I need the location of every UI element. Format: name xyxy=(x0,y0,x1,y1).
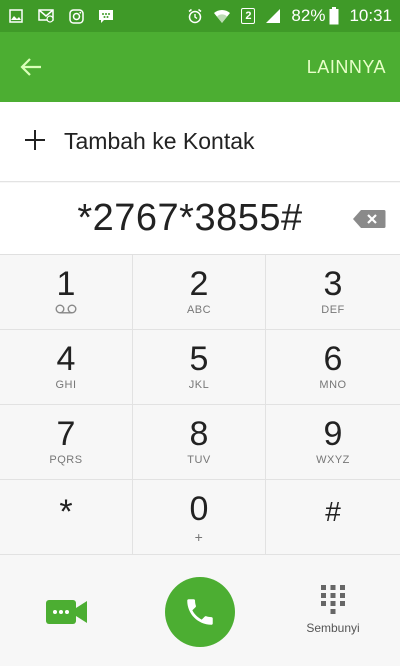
status-bar: 2 82% 10:31 xyxy=(0,0,400,32)
bbm-icon xyxy=(98,8,114,24)
key-digit: # xyxy=(325,496,341,527)
alarm-icon xyxy=(187,8,203,24)
voicemail-icon xyxy=(55,304,77,317)
phone-icon xyxy=(187,599,213,625)
plus-icon xyxy=(22,129,48,155)
key-letters: TUV xyxy=(187,454,211,466)
call-button[interactable] xyxy=(165,577,235,647)
sim-icon: 2 xyxy=(241,8,256,24)
hide-dialpad-button[interactable]: Sembunyi xyxy=(300,585,366,635)
key-letters: PQRS xyxy=(49,454,83,466)
key-star[interactable]: * xyxy=(0,480,133,555)
key-digit: 8 xyxy=(189,415,209,453)
key-digit: 6 xyxy=(323,340,343,378)
instagram-icon xyxy=(68,8,84,24)
key-digit: 0 xyxy=(189,490,209,528)
key-letters: + xyxy=(194,529,204,545)
key-4[interactable]: 4 GHI xyxy=(0,330,133,405)
arrow-left-icon xyxy=(20,58,41,76)
key-3[interactable]: 3 DEF xyxy=(266,255,400,330)
key-5[interactable]: 5 JKL xyxy=(133,330,266,405)
key-letters: GHI xyxy=(55,379,77,391)
key-digit: 9 xyxy=(323,415,343,453)
key-digit: 5 xyxy=(189,340,209,378)
status-bar-system: 2 82% 10:31 xyxy=(177,6,392,26)
key-letters: DEF xyxy=(321,304,345,316)
back-button[interactable] xyxy=(18,54,44,80)
video-call-icon xyxy=(46,600,87,624)
key-digit: 3 xyxy=(323,265,343,303)
signal-icon xyxy=(265,8,281,24)
dialer-actions: Sembunyi xyxy=(0,555,400,666)
wifi-icon xyxy=(213,8,231,24)
key-letters: MNO xyxy=(319,379,347,391)
video-call-button[interactable] xyxy=(46,599,88,625)
key-9[interactable]: 9 WXYZ xyxy=(266,405,400,480)
app-bar: LAINNYA xyxy=(0,32,400,102)
key-1[interactable]: 1 xyxy=(0,255,133,330)
dialpad-icon xyxy=(321,585,345,614)
message-icon xyxy=(38,8,54,24)
dial-number-display: *2767*3855# xyxy=(0,183,400,255)
key-digit: 7 xyxy=(56,415,76,453)
add-to-contact-label: Tambah ke Kontak xyxy=(64,128,255,154)
key-6[interactable]: 6 MNO xyxy=(266,330,400,405)
clock: 10:31 xyxy=(349,6,392,25)
add-to-contact-button[interactable]: Tambah ke Kontak xyxy=(0,102,400,182)
key-letters: JKL xyxy=(188,379,210,391)
backspace-button[interactable] xyxy=(352,209,386,229)
key-8[interactable]: 8 TUV xyxy=(133,405,266,480)
hide-dialpad-label: Sembunyi xyxy=(306,621,360,635)
key-letters: WXYZ xyxy=(316,454,350,466)
battery-icon xyxy=(329,7,339,25)
battery-percent: 82% xyxy=(291,6,326,25)
dial-number[interactable]: *2767*3855# xyxy=(77,197,302,240)
status-bar-notifications xyxy=(8,8,128,24)
key-0[interactable]: 0 + xyxy=(133,480,266,555)
key-2[interactable]: 2 ABC xyxy=(133,255,266,330)
dialpad: 1 2 ABC 3 DEF 4 GHI 5 JKL 6 MNO 7 PQRS 8… xyxy=(0,255,400,555)
sim-slot-badge: 2 xyxy=(241,8,256,24)
key-digit: 2 xyxy=(189,265,209,303)
key-digit: 4 xyxy=(56,340,76,378)
key-letters: ABC xyxy=(186,304,212,316)
more-button[interactable]: LAINNYA xyxy=(307,57,386,78)
key-digit: * xyxy=(59,493,73,531)
key-hash[interactable]: # xyxy=(266,480,400,555)
key-7[interactable]: 7 PQRS xyxy=(0,405,133,480)
gallery-icon xyxy=(8,8,24,24)
backspace-icon xyxy=(353,210,386,228)
key-digit: 1 xyxy=(56,265,76,303)
